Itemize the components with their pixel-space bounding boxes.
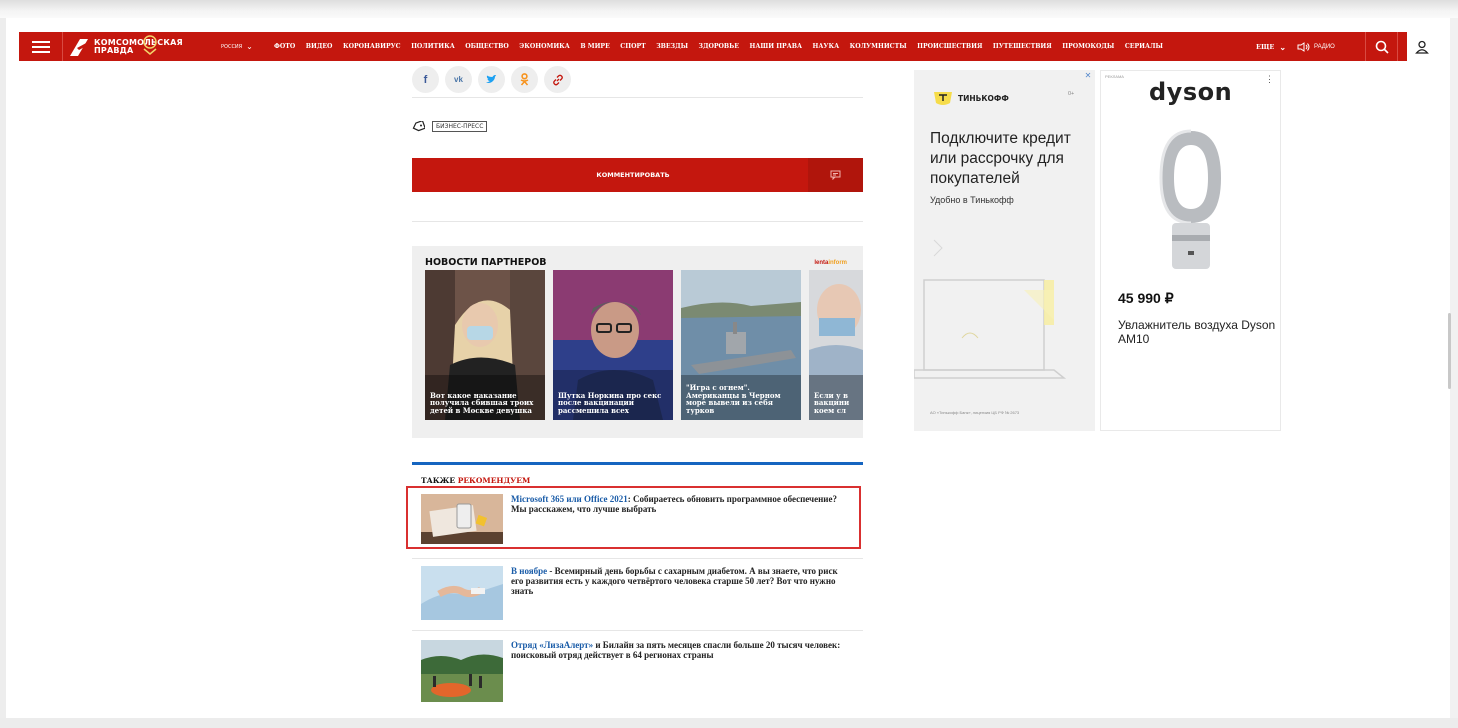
partner-card[interactable]: Вот какое наказание получила сбившая тро… [425, 270, 545, 420]
vk-share-button[interactable]: vk [445, 66, 472, 93]
twitter-share-button[interactable] [478, 66, 505, 93]
recommend-thumbnail [421, 640, 503, 702]
recommend-title: ТАКЖЕ РЕКОМЕНДУЕМ [421, 476, 531, 485]
nav-item-incidents[interactable]: ПРОИСШЕСТВИЯ [917, 43, 982, 50]
laptop-illustration [914, 239, 1067, 379]
partner-card-text: Шутка Норкина про секс после вакцинации … [558, 390, 662, 415]
ad-headline: Подключите кредит или рассрочку для поку… [930, 130, 1071, 187]
share-row: f vk [412, 66, 863, 98]
recommend-thumbnail [421, 566, 503, 620]
speaker-icon [1297, 41, 1310, 52]
recommend-divider [412, 462, 863, 465]
partner-card[interactable]: "Игра с огнем". Американцы в Черном море… [681, 270, 801, 420]
nav-item-politics[interactable]: ПОЛИТИКА [411, 43, 455, 50]
nav-item-sport[interactable]: СПОРТ [620, 43, 645, 50]
nav-item-rights[interactable]: НАШИ ПРАВА [749, 43, 802, 50]
nav-item-stars[interactable]: ЗВЕЗДЫ [656, 43, 688, 50]
lentainform-logo[interactable]: lentainform [814, 260, 847, 266]
nav-item-photo[interactable]: ФОТО [274, 43, 295, 50]
hamburger-menu-icon[interactable] [19, 32, 63, 61]
site-header: КОМСОМОЛЬСКАЯ ПРАВДА РОССИЯ ⌄ ФОТО ВИДЕО … [19, 32, 1439, 61]
dyson-logo: dyson [1149, 78, 1233, 106]
recommend-text: Microsoft 365 или Office 2021: Собираете… [511, 494, 837, 514]
ad-label: РЕКЛАМА [1105, 74, 1124, 79]
tinkoff-logo-icon [934, 92, 952, 105]
comment-button[interactable]: КОММЕНТИРОВАТЬ [412, 158, 863, 192]
recommend-text: В ноябре - Всемирный день борьбы с сахар… [511, 566, 838, 596]
search-button[interactable] [1366, 32, 1397, 61]
age-rating: 0+ [1068, 91, 1075, 97]
header-divider [1397, 32, 1398, 61]
partner-card-text: "Игра с огнем". Американцы в Черном море… [686, 383, 781, 415]
ad-subtitle: Удобно в Тинькофф [930, 195, 1014, 205]
nav-item-society[interactable]: ОБЩЕСТВО [465, 43, 509, 50]
chevron-down-icon: ⌄ [246, 42, 253, 51]
link-icon [552, 74, 563, 85]
tinkoff-brand: ТИНЬКОФФ [932, 89, 1009, 107]
nav-item-promocodes[interactable]: ПРОМОКОДЫ [1062, 43, 1114, 50]
frame-left [0, 18, 6, 728]
nav-item-science[interactable]: НАУКА [813, 43, 840, 50]
copy-link-button[interactable] [544, 66, 571, 93]
close-icon[interactable]: ✕ [1083, 71, 1093, 81]
partner-card-text: Если у в вакцини коем сл [814, 390, 850, 415]
logo-icon [68, 36, 90, 58]
orders-emblem-icon [139, 33, 161, 55]
recommend-text: Отряд «ЛизаАлерт» и Билайн за пять месяц… [511, 640, 841, 660]
chevron-down-icon: ⌄ [1279, 41, 1287, 52]
recommend-link[interactable]: Microsoft 365 или Office 2021 [511, 494, 628, 504]
region-selector[interactable]: РОССИЯ ⌄ [221, 32, 253, 61]
tinkoff-ad[interactable]: ✕ ТИНЬКОФФ 0+ Подключите кредит или расс… [914, 70, 1095, 431]
scrollbar-thumb[interactable] [1448, 313, 1451, 389]
radio-button[interactable]: РАДИО [1297, 32, 1335, 61]
nav-item-world[interactable]: В МИРЕ [580, 43, 609, 50]
divider [412, 221, 863, 222]
odnoklassniki-icon [520, 73, 529, 86]
dyson-ad[interactable]: РЕКЛАМА ⋮ dyson 45 990 ₽ Увлажнитель воз… [1100, 70, 1281, 431]
partners-title: НОВОСТИ ПАРТНЕРОВ [425, 257, 547, 268]
comment-icon [808, 158, 863, 192]
tag-link[interactable]: БИЗНЕС-ПРЕСС [432, 121, 488, 132]
more-menu[interactable]: ЕЩЕ ⌄ [1256, 32, 1286, 61]
nav-item-video[interactable]: ВИДЕО [306, 43, 333, 50]
nav-item-economy[interactable]: ЭКОНОМИКА [519, 43, 570, 50]
partner-card[interactable]: Шутка Норкина про секс после вакцинации … [553, 270, 673, 420]
tags-row: БИЗНЕС-ПРЕСС [412, 121, 488, 132]
humidifier-image [1159, 129, 1221, 269]
product-price: 45 990 ₽ [1118, 290, 1174, 306]
nav-item-health[interactable]: ЗДОРОВЬЕ [699, 43, 739, 50]
frame-right [1450, 18, 1458, 728]
odnoklassniki-share-button[interactable] [511, 66, 538, 93]
frame-bottom [0, 718, 1458, 728]
recommend-thumbnail [421, 494, 503, 544]
recommend-link[interactable]: Отряд «ЛизаАлерт» [511, 640, 593, 650]
nav-item-series[interactable]: СЕРИАЛЫ [1125, 43, 1163, 50]
recommend-item[interactable]: Microsoft 365 или Office 2021: Собираете… [412, 487, 863, 549]
product-name: Увлажнитель воздуха Dyson AM10 [1118, 318, 1276, 346]
twitter-icon [486, 75, 497, 83]
user-icon [1415, 40, 1429, 54]
facebook-share-button[interactable]: f [412, 66, 439, 93]
search-icon [1375, 40, 1389, 54]
nav-item-travel[interactable]: ПУТЕШЕСТВИЯ [993, 43, 1052, 50]
nav-item-columnists[interactable]: КОЛУМНИСТЫ [850, 43, 907, 50]
partner-card[interactable]: Если у в вакцини коем сл [809, 270, 863, 420]
nav-item-coronavirus[interactable]: КОРОНАВИРУС [343, 43, 401, 50]
tag-icon [412, 121, 425, 132]
comment-button-label: КОММЕНТИРОВАТЬ [596, 171, 670, 179]
partners-news-block: НОВОСТИ ПАРТНЕРОВ lentainform Вот какое … [412, 246, 863, 438]
main-nav: ФОТО ВИДЕО КОРОНАВИРУС ПОЛИТИКА ОБЩЕСТВО… [274, 32, 1173, 61]
recommend-item[interactable]: В ноябре - Всемирный день борьбы с сахар… [412, 559, 863, 621]
partner-card-text: Вот какое наказание получила сбившая тро… [430, 390, 534, 415]
divider [412, 630, 863, 631]
browser-top-shadow [0, 0, 1458, 18]
ad-legal-text: АО «Тинькофф Банк», лицензия ЦБ РФ № 267… [930, 410, 1020, 415]
more-options-icon[interactable]: ⋮ [1265, 74, 1274, 85]
user-button[interactable] [1407, 32, 1437, 61]
recommend-link[interactable]: В ноябре [511, 566, 547, 576]
recommend-item[interactable]: Отряд «ЛизаАлерт» и Билайн за пять месяц… [412, 633, 863, 702]
